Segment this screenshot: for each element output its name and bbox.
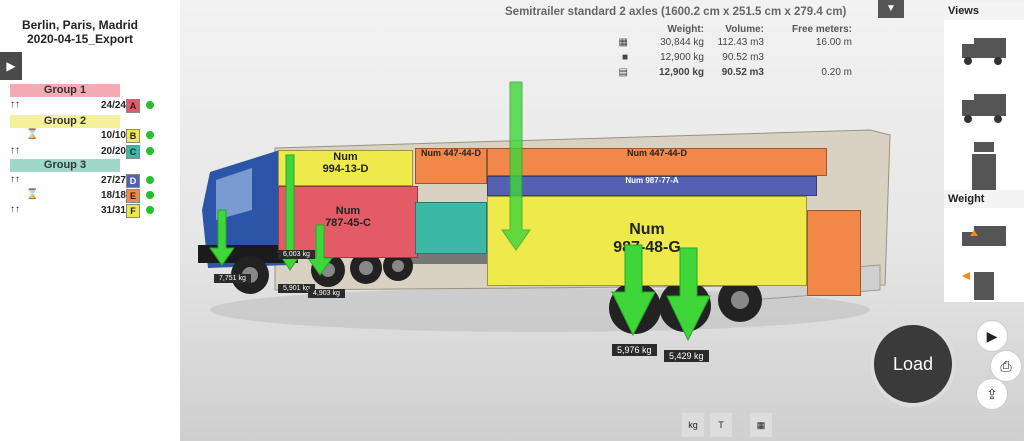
group-row-e[interactable]: ⌛ 18/18 E — [10, 189, 160, 203]
truck-total-icon: ▦ — [618, 37, 628, 48]
col-volume: Volume: — [725, 24, 764, 35]
status-dot — [146, 147, 154, 155]
cargo-weight: 12,900 kg — [660, 52, 704, 63]
layout-button[interactable]: ▦ — [750, 413, 772, 437]
project-file: 2020-04-15_Export — [26, 32, 134, 46]
share-button[interactable]: ⇪ — [976, 378, 1008, 410]
chevron-down-icon: ▼ — [886, 3, 896, 14]
truck-3d-icon — [962, 94, 1006, 123]
status-dot — [146, 206, 154, 214]
weight-label: Weight — [944, 190, 1024, 208]
axle-weight-2: 5,429 kg — [664, 350, 709, 362]
group-2-header[interactable]: Group 2 — [10, 115, 120, 128]
project-name: Berlin, Paris, Madrid — [21, 18, 139, 32]
loaded-weight: 12,900 kg — [658, 67, 704, 78]
chevron-right-icon: ▶ — [6, 59, 16, 73]
group-3-header[interactable]: Group 3 — [10, 159, 120, 172]
print-button[interactable]: ⎙ — [990, 350, 1022, 382]
load-button[interactable]: Load — [870, 321, 956, 407]
expand-panel-button[interactable]: ▶ — [0, 52, 22, 80]
group-1-header[interactable]: Group 1 — [10, 84, 120, 97]
video-button[interactable]: ▶ — [976, 320, 1008, 352]
stack-arrows-icon: ↑↑ — [10, 204, 20, 215]
weight-axle-button[interactable] — [944, 208, 1024, 267]
stack-arrows-icon: ↑↑ — [10, 174, 20, 185]
view-side-button[interactable] — [944, 20, 1024, 79]
group-row-c[interactable]: ↑↑ 20/20 C — [10, 145, 160, 159]
text-toggle-icon: T — [718, 420, 724, 430]
loaded-volume: 90.52 m3 — [721, 67, 764, 78]
no-text-button[interactable]: T — [710, 413, 732, 437]
truck-weight-top-icon — [962, 272, 994, 300]
hourglass-icon: ⌛ — [26, 129, 39, 140]
load-list-panel: Berlin, Paris, Madrid 2020-04-15_Export … — [0, 0, 180, 441]
col-free-meters: Free meters: — [791, 24, 852, 35]
group-row-f[interactable]: ↑↑ 31/31 F — [10, 204, 160, 218]
share-icon: ⇪ — [986, 385, 998, 402]
trailer-title: Semitrailer standard 2 axles (1600.2 cm … — [505, 6, 847, 18]
group-row-a[interactable]: ↑↑ 24/24 A — [10, 99, 160, 113]
status-dot — [146, 101, 154, 109]
view-perspective-button[interactable] — [944, 78, 1024, 137]
dropdown-button[interactable]: ▼ — [878, 0, 904, 18]
cargo-icon: ■ — [621, 52, 628, 63]
weight-kg-button[interactable]: kg — [682, 413, 704, 437]
weight-arrows — [209, 81, 711, 342]
truck-side-icon — [962, 38, 1006, 65]
loaded-free: 0.20 m — [821, 67, 852, 78]
hourglass-icon: ⌛ — [26, 189, 39, 200]
weight-label-cab: 6,003 kg — [278, 250, 315, 259]
stack-arrows-icon: ↑↑ — [10, 145, 20, 156]
col-weight: Weight: — [667, 24, 704, 35]
total-weight: 30,844 kg — [660, 37, 704, 48]
grid-icon: ▦ — [756, 420, 766, 430]
status-dot — [146, 176, 154, 184]
axle-weight-1: 5,976 kg — [612, 344, 657, 356]
stack-arrows-icon: ↑↑ — [10, 99, 20, 110]
weight-top-button[interactable] — [944, 266, 1024, 303]
total-volume: 112.43 m3 — [717, 37, 764, 48]
camera-icon: ▶ — [986, 327, 998, 344]
total-free: 16.00 m — [815, 37, 852, 48]
views-label: Views — [944, 2, 1024, 20]
group-row-b[interactable]: ⌛ 10/10 B — [10, 129, 160, 143]
weight-label-front: 7,751 kg — [214, 274, 251, 283]
truck-top-icon — [972, 142, 996, 190]
status-dot — [146, 131, 154, 139]
view-top-button[interactable] — [944, 136, 1024, 195]
printer-icon: ⎙ — [1000, 357, 1012, 374]
truck-weight-icon — [962, 226, 1006, 246]
weight-kg-icon: kg — [688, 420, 698, 430]
loaded-icon: ▤ — [618, 67, 628, 78]
weight-label-drive2: 4,903 kg — [308, 289, 345, 298]
truck-3d-view[interactable]: Num 994-13-D Num 787-45-C Num 447-44-D N… — [180, 60, 944, 410]
status-dot — [146, 191, 154, 199]
cargo-volume: 90.52 m3 — [722, 52, 764, 63]
group-row-d[interactable]: ↑↑ 27/27 D — [10, 174, 160, 188]
